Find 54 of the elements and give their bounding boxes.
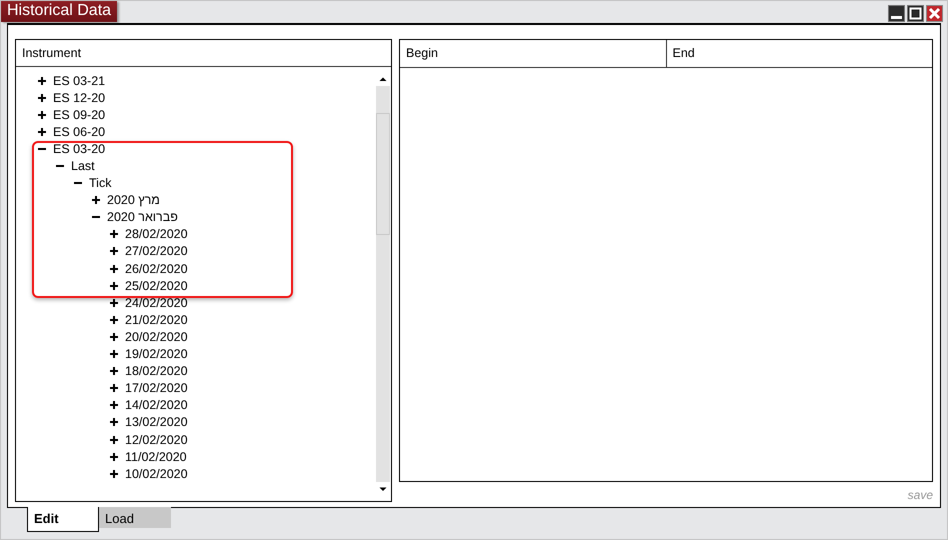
tab[interactable]: Edit xyxy=(27,507,99,532)
tree-item[interactable]: 20/02/2020 xyxy=(125,328,188,346)
plus-icon[interactable] xyxy=(92,196,100,204)
tree-item[interactable]: Tick xyxy=(89,174,112,192)
plus-icon[interactable] xyxy=(110,401,118,410)
plus-icon[interactable] xyxy=(110,367,118,376)
tab[interactable]: Load xyxy=(99,507,171,528)
tree-item[interactable]: 13/02/2020 xyxy=(125,413,188,432)
tree-item[interactable]: ES 03-21 xyxy=(53,72,106,90)
scroll-thumb[interactable] xyxy=(376,113,390,235)
plus-icon[interactable] xyxy=(38,76,46,85)
column-header: Begin xyxy=(405,45,439,62)
minimize-icon[interactable] xyxy=(888,5,905,22)
plus-icon[interactable] xyxy=(110,282,118,290)
plus-icon[interactable] xyxy=(110,247,118,256)
tree-item[interactable]: 18/02/2020 xyxy=(125,362,188,380)
tree-item[interactable]: ES 06-20 xyxy=(53,122,106,141)
maximize-icon[interactable] xyxy=(907,5,924,22)
tree-item[interactable]: 27/02/2020 xyxy=(125,242,188,260)
plus-icon[interactable] xyxy=(110,230,118,238)
plus-icon[interactable] xyxy=(110,384,118,392)
tree-item[interactable]: 2020 פברואר xyxy=(107,208,178,226)
plus-icon[interactable] xyxy=(110,436,118,444)
tree-item[interactable]: 14/02/2020 xyxy=(125,396,188,414)
tree-item[interactable]: 24/02/2020 xyxy=(125,294,188,312)
plus-icon[interactable] xyxy=(38,128,46,136)
plus-icon[interactable] xyxy=(110,298,118,307)
tree-item[interactable]: Last xyxy=(71,157,95,176)
tree-item[interactable]: 10/02/2020 xyxy=(125,464,188,483)
tree-item[interactable]: 25/02/2020 xyxy=(125,276,188,295)
tree-item[interactable]: 17/02/2020 xyxy=(125,379,188,398)
plus-icon[interactable] xyxy=(110,350,118,358)
tree-item[interactable]: 19/02/2020 xyxy=(125,345,188,364)
tree-item[interactable]: 21/02/2020 xyxy=(125,310,188,329)
plus-icon[interactable] xyxy=(110,470,118,478)
plus-icon[interactable] xyxy=(110,316,118,324)
plus-icon[interactable] xyxy=(110,332,118,341)
plus-icon[interactable] xyxy=(38,94,46,102)
tree-item[interactable]: ES 09-20 xyxy=(53,106,106,124)
plus-icon[interactable] xyxy=(110,264,118,273)
tree-item[interactable]: 11/02/2020 xyxy=(125,448,187,466)
tree-item[interactable]: ES 12-20 xyxy=(53,88,106,107)
tree-item[interactable]: 12/02/2020 xyxy=(125,430,188,449)
close-icon[interactable] xyxy=(926,5,943,22)
plus-icon[interactable] xyxy=(110,418,118,426)
tree-item[interactable]: 28/02/2020 xyxy=(125,225,188,244)
tree-item[interactable]: ES 03-20 xyxy=(53,140,106,158)
window-title: Historical Data xyxy=(1,1,118,22)
column-header: Instrument xyxy=(16,40,391,67)
plus-icon[interactable] xyxy=(110,452,118,461)
tree-item[interactable]: 2020 מרץ xyxy=(107,191,160,210)
column-header: End xyxy=(666,40,932,67)
plus-icon[interactable] xyxy=(38,110,46,119)
tree-item[interactable]: 26/02/2020 xyxy=(125,260,188,278)
